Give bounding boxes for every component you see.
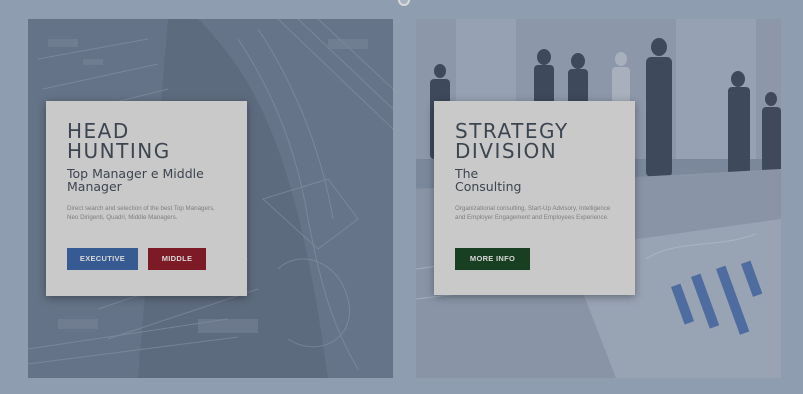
title-line-2: DIVISION (455, 139, 558, 163)
button-row: MORE INFO (455, 248, 530, 270)
executive-button[interactable]: EXECUTIVE (67, 248, 138, 270)
page: HEAD HUNTING Top Manager e Middle Manage… (0, 0, 803, 394)
more-info-button[interactable]: MORE INFO (455, 248, 530, 270)
button-row: EXECUTIVE MIDDLE (67, 248, 206, 270)
card-description: Organizational consulting, Start-Up Advi… (455, 205, 611, 221)
card-subtitle: The Consulting (455, 167, 615, 193)
title-line-2: HUNTING (67, 139, 171, 163)
subtitle-line-2: Manager (67, 179, 122, 194)
head-hunting-card: HEAD HUNTING Top Manager e Middle Manage… (46, 101, 247, 296)
slider-handle[interactable] (398, 0, 410, 6)
head-hunting-panel: HEAD HUNTING Top Manager e Middle Manage… (28, 19, 393, 378)
card-subtitle: Top Manager e Middle Manager (67, 167, 227, 193)
strategy-division-card: STRATEGY DIVISION The Consulting Organiz… (434, 101, 635, 295)
strategy-division-panel: STRATEGY DIVISION The Consulting Organiz… (416, 19, 781, 378)
card-title: HEAD HUNTING (67, 121, 227, 161)
card-title: STRATEGY DIVISION (455, 121, 615, 161)
middle-button[interactable]: MIDDLE (148, 248, 206, 270)
subtitle-line-2: Consulting (455, 179, 522, 194)
card-description: Direct search and selection of the best … (67, 205, 215, 221)
